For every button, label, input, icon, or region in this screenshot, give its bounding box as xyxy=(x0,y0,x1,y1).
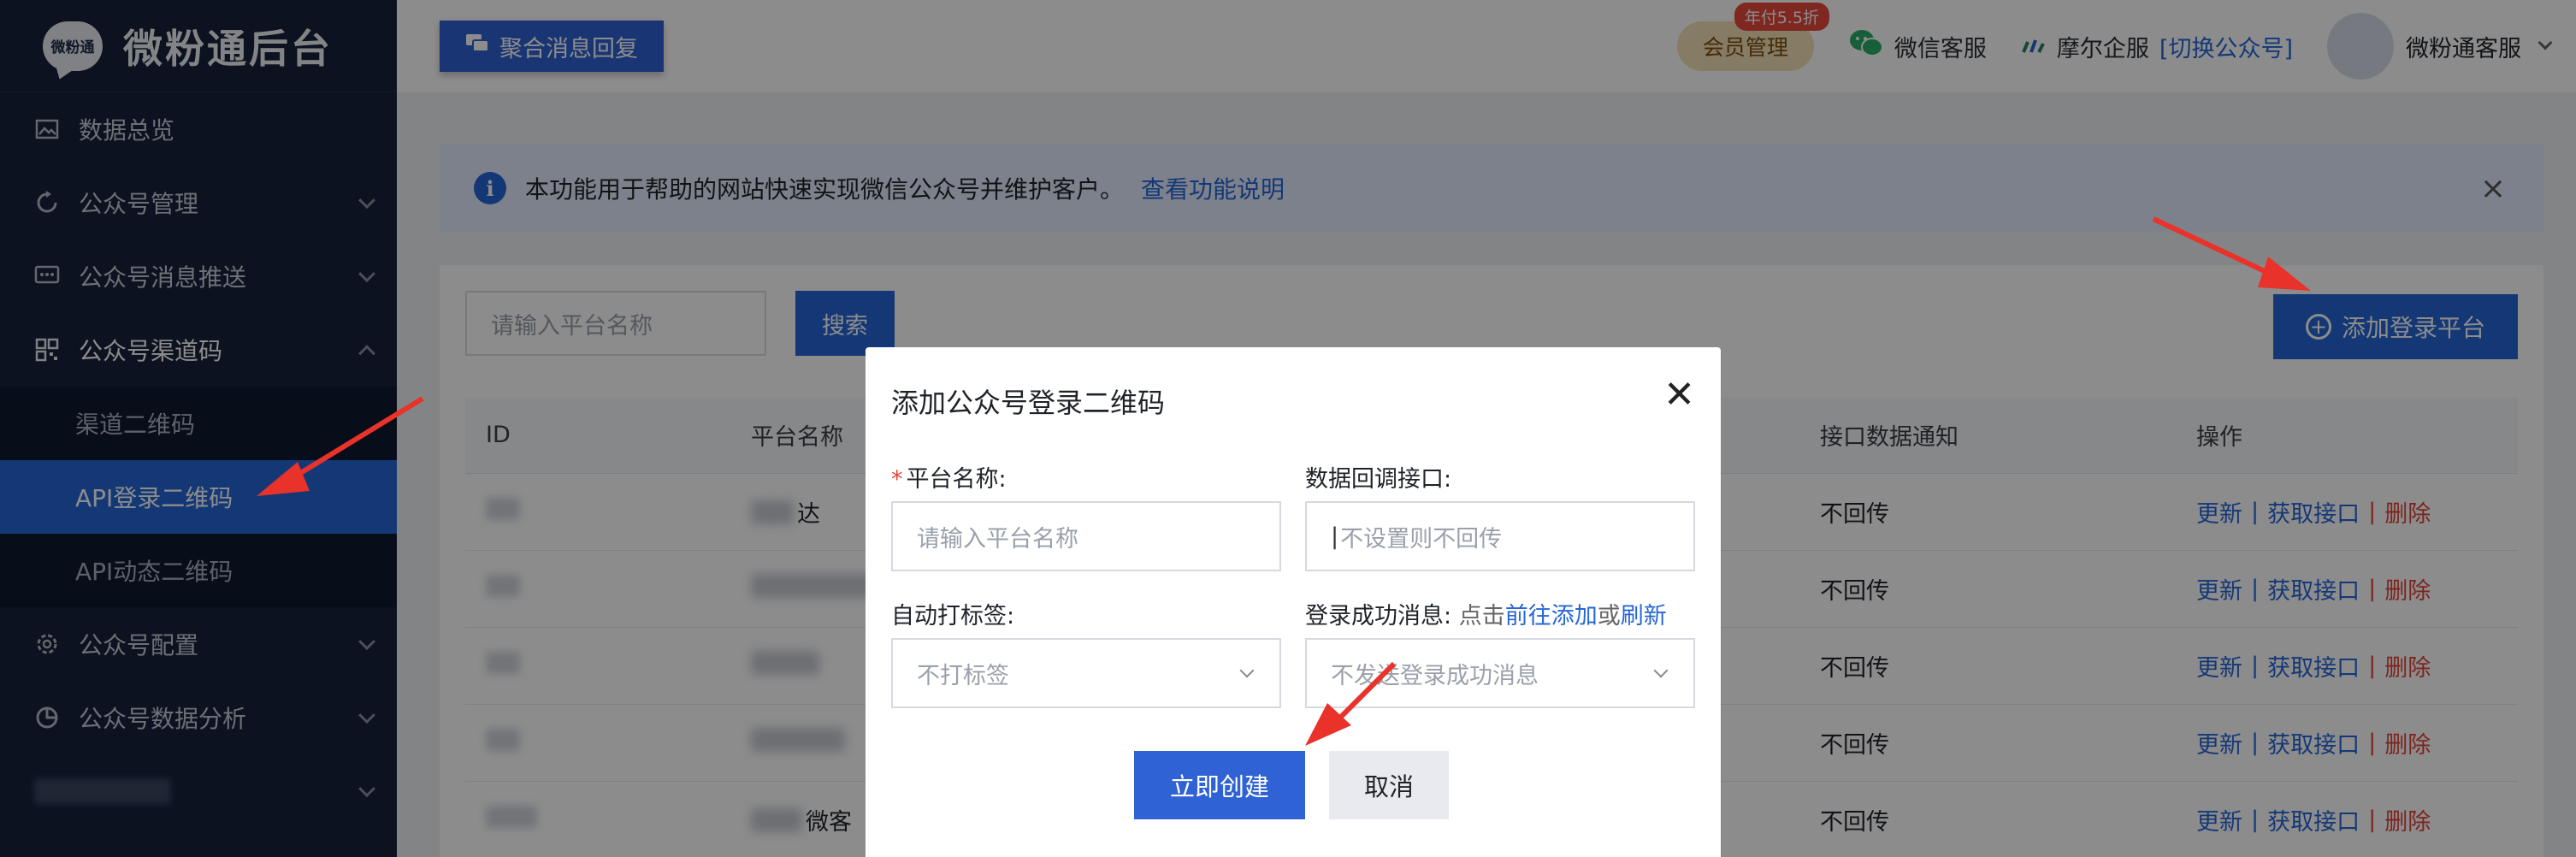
add-qrcode-dialog: 添加公众号登录二维码 ✕ * 平台名称: 请输入平台名称 数据回调接口: | 不设置… xyxy=(866,347,1721,857)
success-msg-hint: 点击前往添加或刷新 xyxy=(1459,603,1667,629)
callback-label: 数据回调接口: xyxy=(1305,466,1452,493)
callback-url-input[interactable]: | 不设置则不回传 xyxy=(1305,501,1695,571)
success-msg-select[interactable]: 不发送登录成功消息 xyxy=(1305,638,1695,708)
auto-tag-select[interactable]: 不打标签 xyxy=(891,638,1281,708)
success-msg-label: 登录成功消息: 点击前往添加或刷新 xyxy=(1305,597,1667,630)
text-cursor: | xyxy=(1331,523,1339,550)
success-msg-label-text: 登录成功消息: xyxy=(1305,603,1452,629)
refresh-link[interactable]: 刷新 xyxy=(1621,603,1667,629)
auto-tag-label: 自动打标签: xyxy=(891,603,1015,629)
close-icon[interactable]: ✕ xyxy=(1663,376,1695,414)
go-add-link[interactable]: 前往添加 xyxy=(1505,603,1598,629)
platform-name-label-text: 平台名称: xyxy=(906,466,1007,493)
hint-prefix: 点击 xyxy=(1458,603,1505,629)
callback-placeholder: 不设置则不回传 xyxy=(1340,525,1503,553)
create-now-button[interactable]: 立即创建 xyxy=(1134,751,1305,819)
platform-name-label: * 平台名称: xyxy=(891,460,1007,494)
auto-tag-value: 不打标签 xyxy=(917,662,1009,689)
cancel-button[interactable]: 取消 xyxy=(1329,751,1449,819)
dialog-title: 添加公众号登录二维码 xyxy=(891,387,1166,419)
hint-or: 或 xyxy=(1597,603,1621,629)
success-msg-value: 不发送登录成功消息 xyxy=(1331,662,1539,689)
chevron-down-icon xyxy=(1653,663,1669,678)
required-mark: * xyxy=(891,466,903,493)
chevron-down-icon xyxy=(1239,663,1255,678)
platform-name-input[interactable]: 请输入平台名称 xyxy=(891,501,1281,571)
